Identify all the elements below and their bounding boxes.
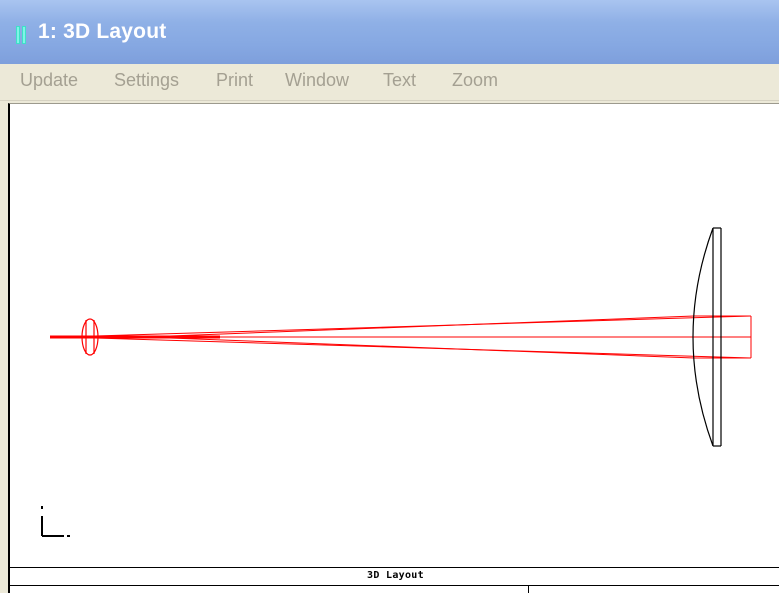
menu-item-window[interactable]: Window (285, 70, 349, 91)
menu-bar: Update Settings Print Window Text Zoom (0, 64, 779, 101)
plot-area[interactable]: 3D Layout (8, 103, 779, 593)
menu-item-update[interactable]: Update (20, 70, 78, 91)
axis-indicator-icon (41, 506, 70, 537)
footer-top-border (10, 567, 779, 568)
menu-item-print[interactable]: Print (216, 70, 253, 91)
menu-item-settings[interactable]: Settings (114, 70, 179, 91)
menu-item-text[interactable]: Text (383, 70, 416, 91)
app-icon (16, 26, 26, 44)
plot-caption: 3D Layout (367, 570, 424, 581)
footer-divider (528, 586, 529, 593)
ray-upper-inner (169, 315, 695, 337)
layout-window: 1: 3D Layout Update Settings Print Windo… (0, 0, 779, 593)
ray-lower-inner (169, 337, 695, 359)
title-bar[interactable]: 1: 3D Layout (0, 0, 779, 64)
menu-item-zoom[interactable]: Zoom (452, 70, 498, 91)
window-title: 1: 3D Layout (38, 20, 167, 43)
footer-bottom-border (10, 585, 779, 586)
layout-drawing (41, 227, 752, 537)
small-lens (81, 318, 99, 356)
ray-bundle (50, 315, 752, 359)
